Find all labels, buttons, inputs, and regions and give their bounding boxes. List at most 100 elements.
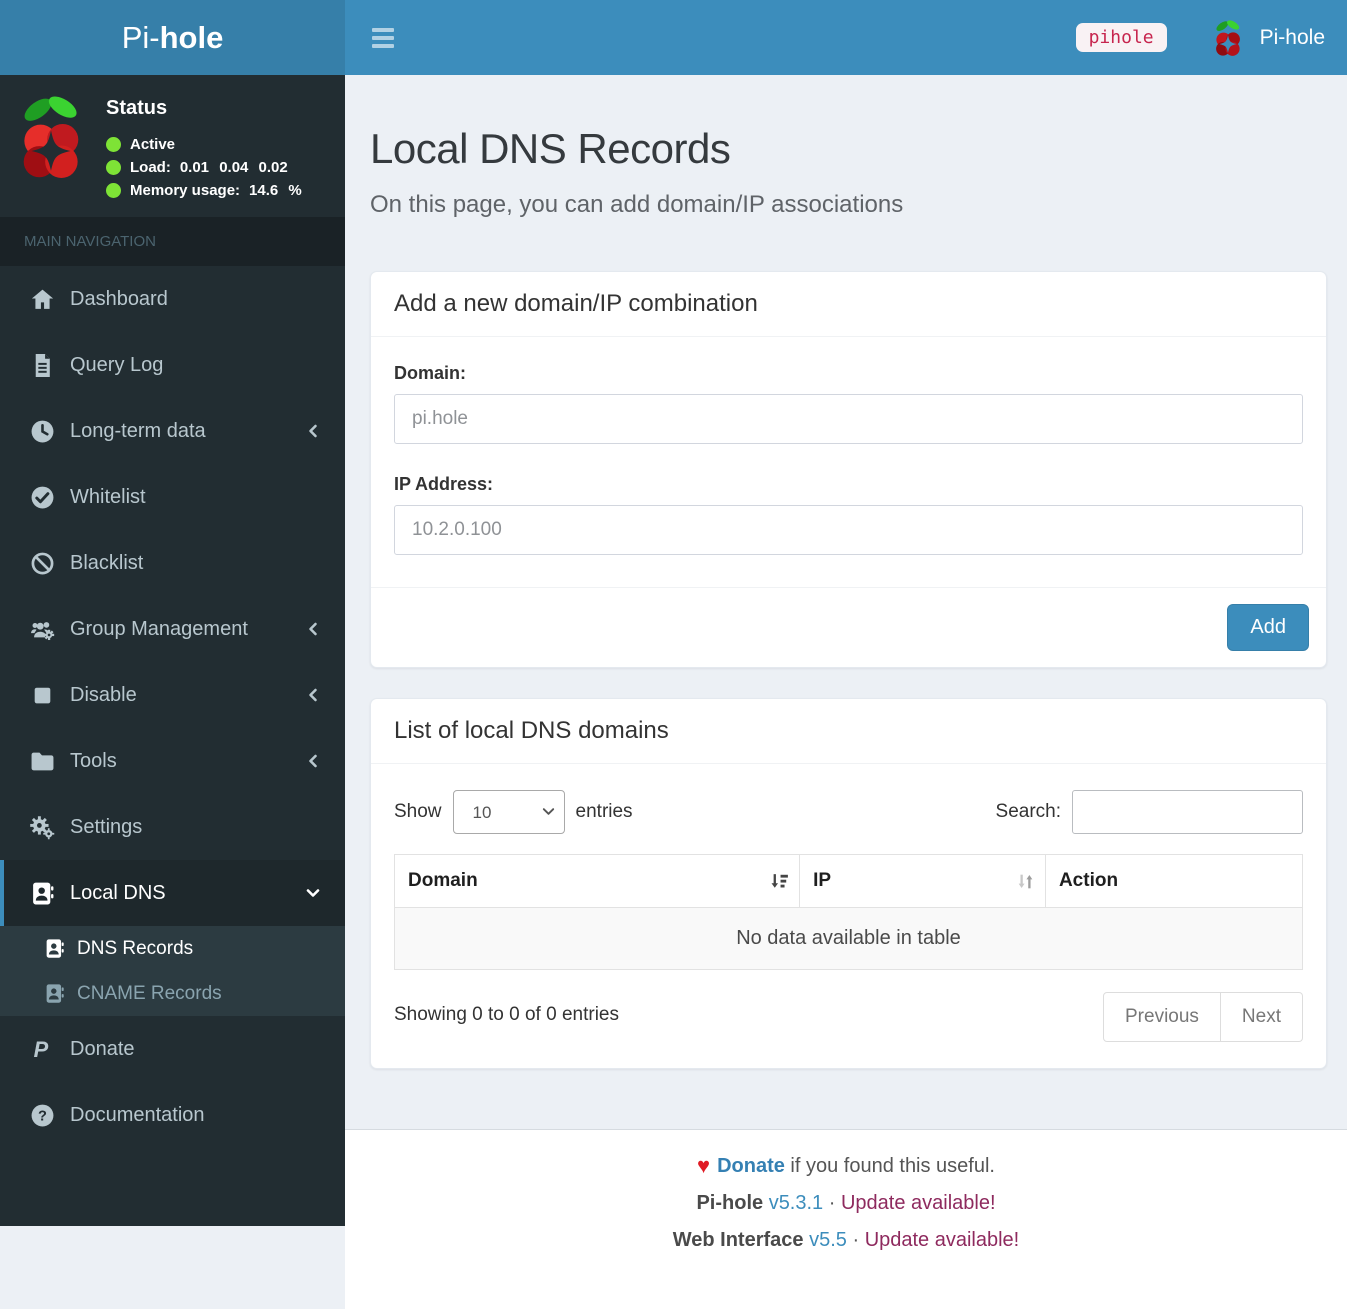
empty-table-row: No data available in table	[394, 907, 1303, 970]
page-length-select[interactable]: 10	[452, 790, 565, 834]
next-page-button[interactable]: Next	[1220, 992, 1303, 1042]
heart-icon: ♥	[697, 1153, 711, 1178]
check-circle-icon	[30, 485, 55, 510]
page-footer: ♥ Donate if you found this useful. Pi-hol…	[345, 1129, 1347, 1309]
ban-icon	[30, 551, 55, 576]
add-domain-card: Add a new domain/IP combination Domain: …	[370, 271, 1327, 668]
users-gear-icon	[30, 617, 55, 642]
product-name: Pi-hole	[696, 1192, 764, 1214]
table-controls: Show 10 entries Search:	[394, 790, 1303, 834]
dot-separator: ·	[828, 1192, 836, 1214]
sidebar-item-tools[interactable]: Tools	[0, 728, 345, 794]
raspberry-logo-icon	[12, 85, 90, 205]
version-line: Pi-hole v5.3.1 · Update available!	[345, 1190, 1347, 1217]
sidebar-item-long-term-data[interactable]: Long-term data	[0, 398, 345, 464]
dns-list-card: List of local DNS domains Show 10 entrie…	[370, 698, 1327, 1069]
sidebar-item-query-log[interactable]: Query Log	[0, 332, 345, 398]
page-length-select-wrap: 10	[452, 790, 565, 834]
raspberry-icon	[1211, 16, 1245, 60]
empty-table-message: No data available in table	[394, 907, 1303, 970]
domain-form-group: Domain:	[394, 363, 1303, 444]
sidebar-item-local-dns[interactable]: Local DNS	[0, 860, 345, 926]
sidebar-item-documentation[interactable]: ? Documentation	[0, 1082, 345, 1148]
donate-suffix: if you found this useful.	[784, 1155, 995, 1177]
status-title: Status	[106, 97, 168, 119]
topbar: pihole Pi-hole	[345, 0, 1347, 75]
status-info: Status Active Load: 0.01 0.04 0.02 Memor…	[106, 85, 302, 205]
local-dns-submenu: DNS Records CNAME Records	[0, 926, 345, 1016]
sidebar-item-cname-records[interactable]: CNAME Records	[0, 971, 345, 1016]
main-area: pihole Pi-hole Local DNS Records On this…	[345, 0, 1347, 1309]
sort-amount-down-icon	[769, 871, 790, 892]
dns-table: Domain IP Action No data available in ta…	[393, 854, 1304, 970]
webinterface-version-link[interactable]: v5.5	[809, 1229, 847, 1251]
sidebar-item-group-management[interactable]: Group Management	[0, 596, 345, 662]
donate-link[interactable]: Donate	[717, 1155, 785, 1177]
webinterface-product-name: Web Interface	[672, 1229, 804, 1251]
sidebar-logo[interactable]: Pi-hole	[0, 0, 345, 75]
sidebar-item-donate[interactable]: P Donate	[0, 1016, 345, 1082]
sidebar-nav: Dashboard Query Log Long-term data White…	[0, 266, 345, 926]
dot-separator: ·	[852, 1229, 860, 1251]
column-header-domain[interactable]: Domain	[393, 854, 801, 908]
topbar-right: pihole Pi-hole	[1075, 16, 1325, 60]
svg-text:?: ?	[38, 1108, 47, 1124]
chevron-left-icon	[305, 423, 321, 439]
list-card-body: Show 10 entries Search: Domain IP Action…	[371, 764, 1326, 1068]
topbar-brand[interactable]: Pi-hole	[1211, 16, 1325, 60]
sidebar-item-dns-records[interactable]: DNS Records	[0, 926, 345, 971]
question-circle-icon: ?	[30, 1103, 55, 1128]
file-icon	[30, 353, 55, 378]
chevron-left-icon	[305, 621, 321, 637]
update-available-link[interactable]: Update available!	[841, 1192, 996, 1214]
table-info-text: Showing 0 to 0 of 0 entries	[394, 1004, 619, 1025]
table-footer: Showing 0 to 0 of 0 entries Previous Nex…	[394, 992, 1303, 1042]
status-panel: Status Active Load: 0.01 0.04 0.02 Memor…	[0, 75, 345, 217]
search-input[interactable]	[1072, 790, 1303, 834]
previous-page-button[interactable]: Previous	[1103, 992, 1221, 1042]
green-dot-icon	[106, 137, 121, 152]
clock-icon	[30, 419, 55, 444]
content: Local DNS Records On this page, you can …	[345, 75, 1347, 1069]
chevron-left-icon	[305, 753, 321, 769]
sidebar-nav-bottom: P Donate ? Documentation	[0, 1016, 345, 1148]
address-book-icon	[30, 881, 55, 906]
domain-label: Domain:	[394, 363, 466, 383]
page-title: Local DNS Records	[370, 125, 731, 172]
ip-label: IP Address:	[394, 474, 494, 494]
column-header-action: Action	[1044, 854, 1304, 908]
domain-input[interactable]	[394, 394, 1303, 444]
hostname-badge: pihole	[1075, 23, 1167, 52]
status-active: Active	[106, 136, 302, 153]
column-header-ip[interactable]: IP	[799, 854, 1046, 908]
version-link[interactable]: v5.3.1	[769, 1192, 823, 1214]
stop-icon	[30, 683, 55, 708]
add-card-title: Add a new domain/IP combination	[371, 272, 1326, 337]
address-book-icon	[44, 983, 65, 1004]
sidebar-item-blacklist[interactable]: Blacklist	[0, 530, 345, 596]
add-button[interactable]: Add	[1227, 604, 1309, 651]
webinterface-update-link[interactable]: Update available!	[865, 1229, 1020, 1251]
sidebar-toggle-button[interactable]	[368, 24, 398, 52]
page-subtitle: On this page, you can add domain/IP asso…	[370, 191, 904, 218]
table-header-row: Domain IP Action	[393, 854, 1304, 908]
address-book-icon	[44, 938, 65, 959]
ip-input[interactable]	[394, 505, 1303, 555]
gears-icon	[30, 815, 55, 840]
entries-label: entries	[575, 801, 633, 822]
logo-text: Pi-hole	[121, 19, 224, 55]
chevron-down-icon	[305, 885, 321, 901]
sidebar-item-disable[interactable]: Disable	[0, 662, 345, 728]
svg-text:P: P	[34, 1037, 49, 1062]
topbar-brand-label: Pi-hole	[1259, 25, 1325, 49]
add-card-body: Domain: IP Address:	[371, 337, 1326, 587]
sidebar-item-settings[interactable]: Settings	[0, 794, 345, 860]
green-dot-icon	[106, 160, 121, 175]
sidebar-item-whitelist[interactable]: Whitelist	[0, 464, 345, 530]
nav-section-header: MAIN NAVIGATION	[0, 217, 345, 266]
chevron-left-icon	[305, 687, 321, 703]
add-card-footer: Add	[371, 587, 1326, 667]
sidebar-item-dashboard[interactable]: Dashboard	[0, 266, 345, 332]
sidebar: Pi-hole Status Active Load: 0.01 0.04 0.…	[0, 0, 345, 1226]
folder-icon	[30, 749, 55, 774]
